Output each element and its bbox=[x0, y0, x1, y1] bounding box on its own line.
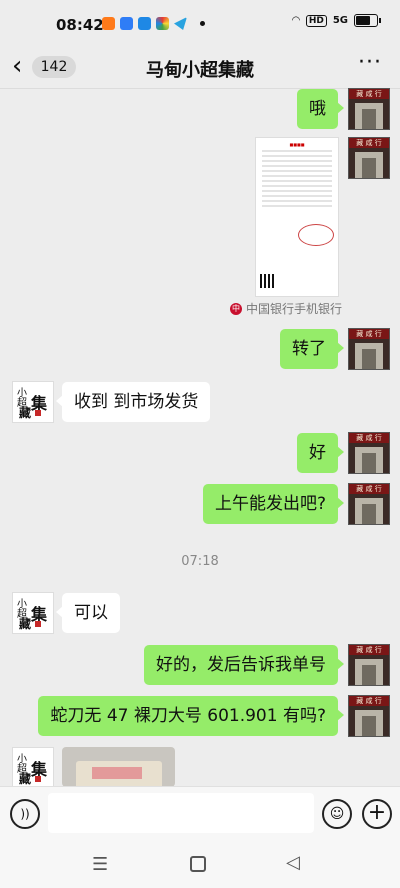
bank-of-china-icon: 中 bbox=[230, 302, 242, 315]
message-bubble-outgoing[interactable]: 好的，发后告诉我单号 bbox=[144, 645, 344, 685]
bank-source-caption[interactable]: 中 中国银行手机银行 bbox=[230, 300, 342, 317]
app-notification-icon bbox=[156, 17, 169, 30]
avatar-sign-text: 藏 咸 行 bbox=[349, 696, 389, 706]
signal-icon: 5G bbox=[332, 15, 348, 26]
message-bubble-outgoing[interactable]: 上午能发出吧? bbox=[202, 484, 345, 524]
contact-avatar[interactable]: 小超集藏 bbox=[12, 747, 54, 789]
receipt-seal bbox=[298, 224, 334, 246]
message-bubble-incoming[interactable]: 收到 到市场发货 bbox=[55, 382, 211, 422]
product-photo-message[interactable] bbox=[62, 747, 175, 787]
recent-apps-icon[interactable]: ☰ bbox=[92, 854, 108, 875]
status-time: 08:42 bbox=[56, 16, 104, 34]
my-avatar[interactable]: 藏 咸 行 bbox=[348, 483, 390, 525]
more-notifications-dot bbox=[200, 21, 205, 26]
home-icon[interactable] bbox=[190, 856, 206, 872]
emoji-icon[interactable]: ☺ bbox=[322, 799, 352, 829]
app-notification-icon bbox=[120, 17, 133, 30]
avatar-sign-text: 藏 咸 行 bbox=[349, 138, 389, 148]
status-bar: 08:42 ◠ HD 5G bbox=[0, 0, 400, 46]
chat-input-bar: )) ☺ + bbox=[0, 786, 400, 839]
message-bubble-outgoing[interactable]: 转了 bbox=[280, 329, 344, 369]
avatar-sign-text: 藏 咸 行 bbox=[349, 484, 389, 494]
avatar-sign-text: 藏 咸 行 bbox=[349, 329, 389, 339]
app-notification-icon bbox=[102, 17, 115, 30]
bank-receipt-image[interactable]: ■■■■ bbox=[255, 137, 339, 297]
app-notification-icon bbox=[138, 17, 151, 30]
chat-header: ‹ 142 马甸小超集藏 ··· bbox=[0, 46, 400, 89]
message-bubble-outgoing[interactable]: 哦 bbox=[297, 89, 344, 129]
contact-avatar[interactable]: 小超集藏 bbox=[12, 381, 54, 423]
qr-code bbox=[260, 274, 274, 288]
avatar-sign-text: 藏 咸 行 bbox=[349, 89, 389, 99]
back-triangle-icon[interactable]: ◁ bbox=[286, 852, 300, 873]
hd-badge: HD bbox=[305, 14, 327, 27]
unread-count-badge[interactable]: 142 bbox=[32, 56, 76, 78]
my-avatar[interactable]: 藏 咸 行 bbox=[348, 328, 390, 370]
message-bubble-outgoing[interactable]: 好 bbox=[297, 433, 344, 473]
voice-input-icon[interactable]: )) bbox=[10, 799, 40, 829]
avatar-sign-text: 藏 咸 行 bbox=[349, 433, 389, 443]
receipt-header: ■■■■ bbox=[289, 142, 305, 147]
avatar-sign-text: 藏 咸 行 bbox=[349, 645, 389, 655]
plus-icon[interactable]: + bbox=[362, 799, 392, 829]
my-avatar[interactable]: 藏 咸 行 bbox=[348, 137, 390, 179]
wifi-icon: ◠ bbox=[292, 15, 300, 26]
battery-icon bbox=[354, 14, 381, 27]
system-navigation-bar: ☰ ◁ bbox=[0, 838, 400, 888]
more-dots-icon[interactable]: ··· bbox=[358, 50, 382, 75]
status-app-icons bbox=[102, 17, 205, 30]
my-avatar[interactable]: 藏 咸 行 bbox=[348, 695, 390, 737]
chat-timestamp: 07:18 bbox=[181, 554, 219, 569]
contact-avatar[interactable]: 小超集藏 bbox=[12, 592, 54, 634]
my-avatar[interactable]: 藏 咸 行 bbox=[348, 88, 390, 130]
telegram-icon bbox=[174, 17, 187, 30]
my-avatar[interactable]: 藏 咸 行 bbox=[348, 432, 390, 474]
message-input[interactable] bbox=[48, 793, 314, 833]
status-indicators: ◠ HD 5G bbox=[292, 14, 381, 27]
my-avatar[interactable]: 藏 咸 行 bbox=[348, 644, 390, 686]
message-bubble-outgoing[interactable]: 蛇刀无 47 裸刀大号 601.901 有吗? bbox=[38, 696, 344, 736]
chevron-left-icon[interactable]: ‹ bbox=[12, 52, 22, 80]
message-bubble-incoming[interactable]: 可以 bbox=[56, 593, 120, 633]
bank-caption-text: 中国银行手机银行 bbox=[246, 302, 343, 316]
